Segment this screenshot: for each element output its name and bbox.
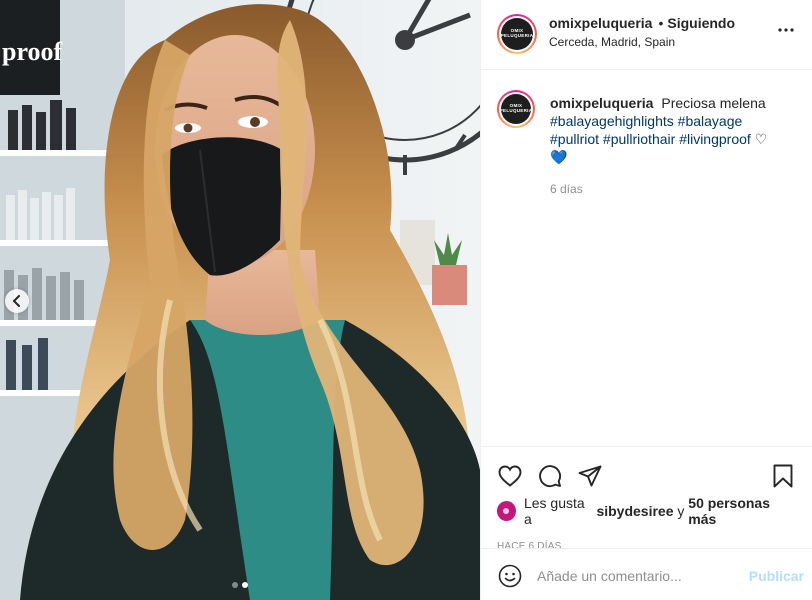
hashtag-link[interactable]: #pullriot [550, 131, 599, 147]
likes-prefix: Les gusta a [523, 495, 585, 527]
save-button[interactable] [770, 463, 796, 489]
add-comment-bar: Publicar [481, 548, 812, 600]
blue-heart-emoji: 💙 [550, 149, 568, 165]
post-modal: proof OMIX PELUQUERIA omixpeluqueria • S… [0, 0, 812, 600]
like-button[interactable] [497, 463, 523, 489]
post-caption: OMIX PELUQUERIA omixpeluqueria Preciosa … [481, 70, 812, 198]
white-heart-emoji: ♡ [754, 131, 768, 147]
caption-username[interactable]: omixpeluqueria [550, 95, 653, 111]
hashtag-link[interactable]: #livingproof [679, 131, 751, 147]
caption-text-block: omixpeluqueria Preciosa melena #balayage… [550, 94, 782, 166]
likes-summary: Les gusta a sibydesiree y 50 personas má… [481, 495, 812, 527]
author-avatar[interactable]: OMIX PELUQUERIA [497, 14, 537, 54]
avatar-logo: OMIX PELUQUERIA [500, 94, 532, 124]
carousel-dot [232, 582, 238, 588]
liker-username[interactable]: sibydesiree [596, 503, 673, 519]
comment-bubble-icon [539, 465, 562, 488]
likes-others-count[interactable]: 50 personas más [688, 495, 796, 527]
caption-text: Preciosa melena [661, 95, 766, 111]
more-horizontal-icon [778, 28, 794, 32]
following-button[interactable]: Siguiendo [667, 15, 735, 31]
hashtag-link[interactable]: #pullriothair [603, 131, 675, 147]
photo-scene: proof [0, 0, 480, 600]
author-username[interactable]: omixpeluqueria [549, 15, 652, 31]
more-options-button[interactable] [776, 20, 796, 40]
likes-conjunction: y [677, 503, 685, 519]
share-button[interactable] [577, 463, 603, 489]
smiley-face-icon [498, 564, 522, 587]
separator-bullet: • [658, 15, 664, 31]
hashtag-link[interactable]: #balayagehighlights [550, 113, 674, 129]
comment-input[interactable] [537, 567, 749, 584]
post-location[interactable]: Cerceda, Madrid, Spain [549, 35, 776, 49]
post-details-panel: OMIX PELUQUERIA omixpeluqueria • Siguien… [480, 0, 812, 600]
carousel-previous-button[interactable] [5, 289, 29, 313]
emoji-picker-button[interactable] [497, 563, 523, 589]
paper-plane-icon [578, 465, 602, 487]
carousel-dot-active [242, 582, 248, 588]
hashtag-link[interactable]: #balayage [678, 113, 743, 129]
comment-button[interactable] [537, 463, 563, 489]
avatar-logo: OMIX PELUQUERIA [501, 18, 533, 50]
caption-author-avatar[interactable]: OMIX PELUQUERIA [497, 90, 535, 128]
publish-button[interactable]: Publicar [749, 568, 804, 584]
liker-avatar[interactable] [497, 501, 516, 521]
shelf-sign-text: proof [2, 37, 63, 66]
post-header: OMIX PELUQUERIA omixpeluqueria • Siguien… [481, 0, 812, 70]
post-footer: Les gusta a sibydesiree y 50 personas má… [481, 446, 812, 587]
caption-timestamp[interactable]: 6 días [550, 180, 782, 198]
post-photo[interactable]: proof [0, 0, 480, 600]
action-bar [481, 447, 812, 495]
chevron-left-icon [12, 295, 20, 307]
bookmark-icon [773, 464, 793, 488]
heart-icon [498, 465, 522, 487]
carousel-indicator [0, 582, 480, 588]
flower-icon [503, 508, 510, 514]
